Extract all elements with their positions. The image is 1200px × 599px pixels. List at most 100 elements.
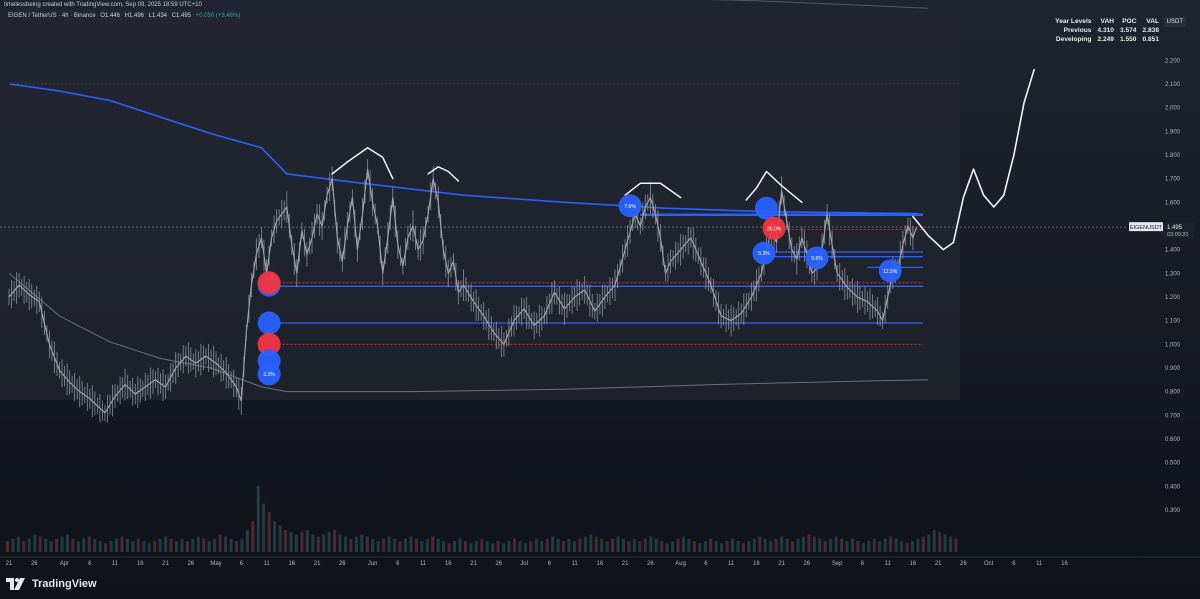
- volume-bar: [76, 541, 80, 552]
- volume-bar: [867, 541, 871, 552]
- symbol-name[interactable]: EIGEN / TetherUS · 4h · Binance: [8, 13, 96, 19]
- volume-bar: [409, 536, 413, 552]
- x-tick-label: 26: [187, 561, 194, 567]
- volume-bar: [316, 536, 320, 552]
- volume-bar: [344, 536, 347, 552]
- x-tick-label: 21: [314, 561, 321, 567]
- volume-bar: [169, 538, 173, 552]
- volume-bar: [354, 536, 358, 552]
- volume-bar: [878, 541, 882, 552]
- volume-bar: [562, 541, 565, 552]
- volume-bar: [807, 534, 811, 552]
- ohlc-close: C1.495: [171, 13, 192, 19]
- volume-bar: [147, 543, 151, 552]
- volume-bar: [251, 521, 255, 552]
- y-tick-label: 1.000: [1165, 342, 1181, 348]
- volume-bar: [578, 538, 582, 552]
- x-tick-label: 26: [960, 561, 967, 567]
- marker-circle: [755, 196, 778, 220]
- blue-trade-marker[interactable]: [755, 196, 778, 220]
- x-tick-label: 21: [935, 561, 942, 567]
- volume-bar: [583, 536, 587, 552]
- visible-range-shade: [0, 10, 960, 400]
- volume-bar: [823, 541, 827, 552]
- row-poc: 3.574: [1119, 27, 1137, 34]
- x-tick-label: Oct: [984, 561, 994, 567]
- blue-trade-marker[interactable]: 5.3%: [752, 241, 776, 265]
- volume-bar: [131, 541, 135, 552]
- volume-bar: [180, 538, 184, 552]
- row-vah: 2.249: [1097, 36, 1114, 43]
- volume-bar: [622, 538, 625, 552]
- y-tick-label: 1.900: [1165, 129, 1181, 135]
- blue-trade-marker[interactable]: 7.6%: [618, 194, 642, 218]
- volume-bar: [393, 538, 397, 552]
- brand-name: TradingView: [32, 578, 97, 590]
- volume-bar: [856, 541, 860, 552]
- x-tick-label: Jul: [520, 561, 528, 567]
- volume-bar: [572, 541, 576, 552]
- volume-bar: [136, 538, 140, 552]
- symbol-info[interactable]: EIGEN / TetherUS · 4h · Binance O1.446 H…: [8, 13, 243, 19]
- volume-bar: [371, 538, 375, 552]
- blue-trade-marker[interactable]: 12.5%: [878, 259, 902, 283]
- volume-bar: [692, 541, 696, 552]
- red-trade-marker[interactable]: [257, 271, 281, 295]
- volume-bar: [191, 538, 195, 552]
- x-tick-label: May: [210, 561, 221, 567]
- volume-bar: [284, 530, 287, 552]
- volume-bar: [921, 536, 925, 552]
- volume-bar: [240, 538, 244, 552]
- header-poc: POC: [1122, 18, 1137, 25]
- ohlc-low: L1.434: [148, 13, 168, 19]
- volume-bar: [780, 536, 784, 552]
- marker-label: 3.3%: [263, 372, 275, 378]
- y-tick-label: 2.200: [1165, 58, 1181, 64]
- volume-bar: [605, 541, 609, 552]
- volume-bar: [38, 536, 42, 552]
- x-tick-label: 21: [778, 561, 785, 567]
- blue-trade-marker[interactable]: [257, 311, 281, 335]
- volume-bar: [649, 536, 653, 552]
- volume-bar: [916, 538, 920, 552]
- tradingview-logo[interactable]: TradingView: [6, 578, 97, 590]
- blue-trade-marker[interactable]: 9.6%: [805, 246, 829, 270]
- volume-bar: [643, 538, 647, 552]
- volume-bar: [801, 536, 805, 552]
- volume-bar: [671, 541, 675, 552]
- volume-bar: [513, 538, 516, 552]
- volume-bar: [33, 534, 37, 552]
- ohlc-high: H1.496: [124, 13, 144, 19]
- y-tick-label: 1.300: [1165, 271, 1181, 277]
- x-tick-label: 11: [420, 561, 427, 567]
- volume-bar: [638, 541, 642, 552]
- blue-trade-marker[interactable]: 3.3%: [257, 362, 281, 386]
- volume-bar: [218, 534, 222, 552]
- volume-bar: [534, 538, 538, 552]
- volume-bar: [120, 536, 124, 552]
- volume-bar: [142, 541, 146, 552]
- x-tick-label: Apr: [60, 561, 69, 567]
- red-trade-marker[interactable]: 30.0%: [762, 216, 786, 240]
- chart-canvas[interactable]: 3.3% 7.6% 30.0% 5.3% 9.6% 12.5% 2.200 2.100 2.0…: [0, 0, 1200, 599]
- volume-bar: [256, 486, 260, 552]
- volume-bar: [333, 530, 337, 552]
- volume-bar: [840, 538, 844, 552]
- x-tick-label: 16: [445, 561, 452, 567]
- volume-bar: [545, 538, 549, 552]
- row-vah: 4.310: [1097, 27, 1114, 34]
- volume-bar: [153, 541, 157, 552]
- volume-bar: [567, 538, 571, 552]
- currency-button[interactable]: USDT: [1163, 17, 1186, 27]
- volume-bar: [273, 521, 277, 552]
- volume-bar: [245, 530, 249, 552]
- row-val: 2.838: [1142, 27, 1159, 34]
- x-tick-label: 11: [885, 561, 892, 567]
- row-poc: 1.550: [1119, 36, 1137, 43]
- y-tick-label: 1.100: [1165, 319, 1181, 325]
- x-tick-label: 16: [288, 561, 295, 567]
- y-tick-label: 0.900: [1165, 366, 1181, 372]
- volume-bar: [556, 538, 560, 552]
- volume-bar: [829, 538, 833, 552]
- volume-bar: [894, 538, 898, 552]
